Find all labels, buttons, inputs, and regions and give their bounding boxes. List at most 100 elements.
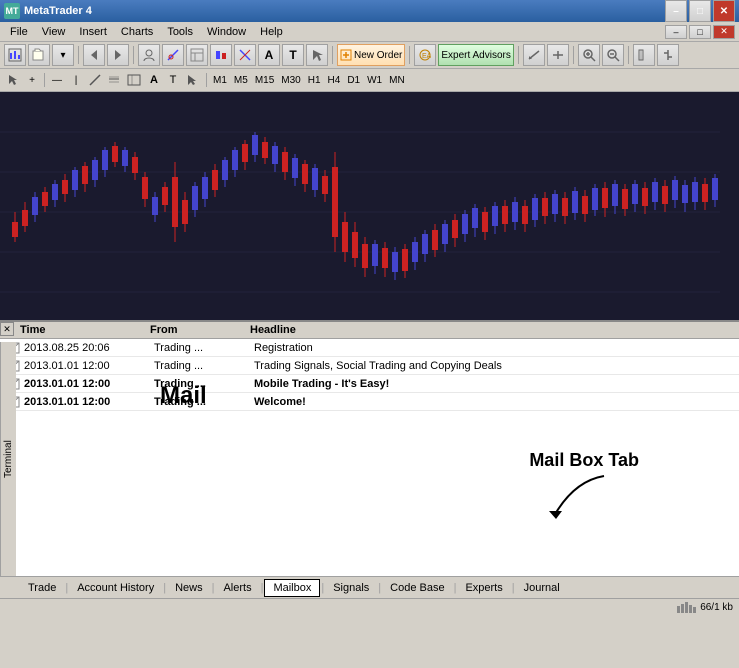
mail-table-header: Time From Headline (0, 322, 739, 339)
tf-m30[interactable]: M30 (278, 71, 303, 89)
tf-m5[interactable]: M5 (231, 71, 251, 89)
new-order-label: New Order (354, 50, 402, 61)
new-order-btn[interactable]: New Order (337, 44, 405, 66)
menu-file[interactable]: File (4, 24, 34, 40)
tb-back[interactable] (83, 44, 105, 66)
tab-signals[interactable]: Signals (325, 580, 377, 596)
tab-news[interactable]: News (167, 580, 211, 596)
mail-time-3: 2013.01.01 12:00 (24, 396, 154, 408)
tf-h4[interactable]: H4 (325, 71, 344, 89)
outer-minimize-btn[interactable]: – (665, 0, 687, 22)
tb-cursor[interactable] (306, 44, 328, 66)
mail-annotation-label: Mail (160, 382, 207, 410)
tab-account-history[interactable]: Account History (69, 580, 162, 596)
tb-line-v[interactable]: | (67, 71, 85, 89)
tf-h1[interactable]: H1 (305, 71, 324, 89)
tb-chart2[interactable] (234, 44, 256, 66)
status-bar: 66/1 kb (0, 598, 739, 616)
tab-mailbox[interactable]: Mailbox (264, 579, 320, 597)
outer-maximize-btn[interactable]: □ (689, 0, 711, 22)
inner-restore-btn[interactable]: □ (689, 25, 711, 39)
mail-time-0: 2013.08.25 20:06 (24, 342, 154, 354)
menu-insert[interactable]: Insert (73, 24, 113, 40)
tb-new-chart[interactable] (4, 44, 26, 66)
tb-line-diag[interactable] (86, 71, 104, 89)
menu-charts[interactable]: Charts (115, 24, 159, 40)
menu-window[interactable]: Window (201, 24, 252, 40)
menu-bar: File View Insert Charts Tools Window Hel… (0, 22, 739, 42)
tb-period-sep[interactable] (210, 44, 232, 66)
separator3 (332, 46, 333, 64)
tb-text-tool2[interactable]: T (164, 71, 182, 89)
tb-crosshair[interactable]: + (23, 71, 41, 89)
outer-close-btn[interactable]: ✕ (713, 0, 735, 22)
tab-sep-4: | (321, 582, 324, 594)
tf-w1[interactable]: W1 (364, 71, 385, 89)
inner-minimize-btn[interactable]: – (665, 25, 687, 39)
tb-text[interactable]: A (258, 44, 280, 66)
tb-chart6[interactable] (657, 44, 679, 66)
inner-close-btn[interactable]: ✕ (713, 25, 735, 39)
tab-sep-7: | (512, 582, 515, 594)
tab-codebase[interactable]: Code Base (382, 580, 452, 596)
tb-open[interactable] (28, 44, 50, 66)
tb-cursor2[interactable] (183, 71, 203, 89)
tb-fib[interactable] (105, 71, 123, 89)
mail-headline-0: Registration (254, 342, 735, 354)
menu-view[interactable]: View (36, 24, 72, 40)
toolbar-row2: + — | A T M1 M5 M15 M30 H1 H4 D1 W1 MN (0, 69, 739, 92)
mail-row-2[interactable]: 2013.01.01 12:00 Trading ... Mobile Trad… (0, 375, 739, 393)
status-text: 66/1 kb (700, 602, 733, 613)
expert-advisors-label: Expert Advisors (441, 50, 510, 61)
annotation-arrow (544, 471, 624, 521)
col-header-headline: Headline (250, 324, 735, 336)
separator5 (518, 46, 519, 64)
tb-arrow-cursor[interactable] (4, 71, 22, 89)
tb-template[interactable] (186, 44, 208, 66)
tb-chart5[interactable] (633, 44, 655, 66)
tf-m15[interactable]: M15 (252, 71, 277, 89)
tf-m1[interactable]: M1 (210, 71, 230, 89)
tf-d1[interactable]: D1 (344, 71, 363, 89)
tb-line-h[interactable]: — (48, 71, 66, 89)
chart-area[interactable] (0, 92, 739, 322)
tab-sep-2: | (212, 582, 215, 594)
mail-row-3[interactable]: 2013.01.01 12:00 Trading ... Welcome! (0, 393, 739, 411)
status-bars-icon (676, 602, 696, 614)
tb-forward[interactable] (107, 44, 129, 66)
tb-text-tool[interactable]: A (145, 71, 163, 89)
sep-tf2 (206, 73, 207, 87)
title-bar: MT MetaTrader 4 – □ ✕ (0, 0, 739, 22)
tf-mn[interactable]: MN (386, 71, 408, 89)
tb-dropdown1[interactable]: ▾ (52, 44, 74, 66)
tb-chart3[interactable] (523, 44, 545, 66)
tab-sep-0: | (65, 582, 68, 594)
tab-trade[interactable]: Trade (20, 580, 64, 596)
tb-zoom-out[interactable] (602, 44, 624, 66)
tb-chart4[interactable] (547, 44, 569, 66)
price-chart (0, 92, 720, 322)
mail-from-0: Trading ... (154, 342, 254, 354)
menu-tools[interactable]: Tools (161, 24, 199, 40)
tb-ea-icon[interactable]: EA (414, 44, 436, 66)
tb-expand[interactable] (124, 71, 144, 89)
tab-sep-5: | (378, 582, 381, 594)
tab-journal[interactable]: Journal (516, 580, 568, 596)
tb-indicators[interactable] (162, 44, 184, 66)
mail-row-0[interactable]: 2013.08.25 20:06 Trading ... Registratio… (0, 339, 739, 357)
mail-row-1[interactable]: 2013.01.01 12:00 Trading ... Trading Sig… (0, 357, 739, 375)
terminal-close-btn[interactable]: ✕ (0, 322, 14, 336)
svg-text:EA: EA (422, 53, 431, 60)
tb-zoom-in[interactable] (578, 44, 600, 66)
app-icon: MT (4, 3, 20, 19)
tb-text2[interactable]: T (282, 44, 304, 66)
expert-advisors-btn[interactable]: Expert Advisors (438, 44, 513, 66)
toolbar-row1: ▾ A T New Order EA Expert Advisors (0, 42, 739, 69)
tab-experts[interactable]: Experts (457, 580, 510, 596)
menu-help[interactable]: Help (254, 24, 289, 40)
separator7 (628, 46, 629, 64)
tb-profile[interactable] (138, 44, 160, 66)
tab-alerts[interactable]: Alerts (215, 580, 259, 596)
mail-from-1: Trading ... (154, 360, 254, 372)
tab-sep-3: | (261, 582, 264, 594)
